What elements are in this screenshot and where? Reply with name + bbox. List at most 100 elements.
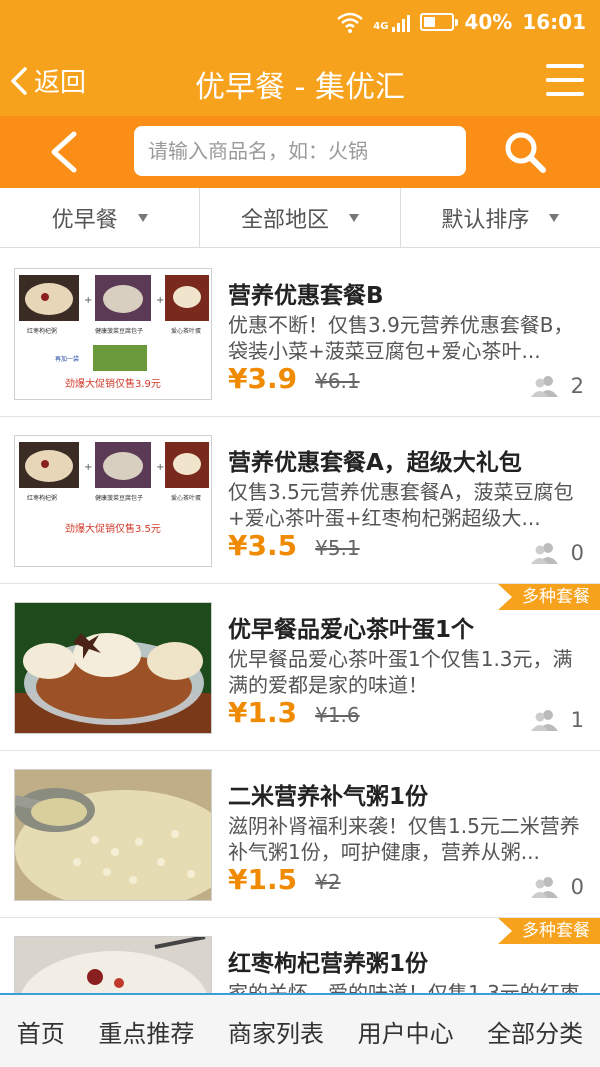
product-price: ¥1.3 xyxy=(228,696,298,729)
nav-featured[interactable]: 重点推荐 xyxy=(98,1014,194,1049)
title-bar: 返回 优早餐 - 集优汇 xyxy=(0,44,600,116)
svg-text:+: + xyxy=(84,462,92,473)
people-icon xyxy=(530,877,558,898)
product-item[interactable]: 二米营养补气粥1份 滋阴补肾福利来袭！仅售1.5元二米营养补气粥1份，呵护健康，… xyxy=(0,751,600,918)
people-icon xyxy=(530,710,558,731)
battery-icon xyxy=(420,13,459,31)
filter-bar: 优早餐 全部地区 默认排序 xyxy=(0,188,600,248)
wifi-icon xyxy=(337,12,364,33)
product-item[interactable]: + + 红枣枸杞粥 健康菠菜豆腐包子 爱心茶叶蛋 劲爆大促销仅售3.5元 营养优… xyxy=(0,417,600,584)
thumb-extra: 再加一袋 xyxy=(55,355,79,363)
product-item[interactable]: 多种套餐 红枣枸杞营养粥1份 家的关怀，爱的味道！仅售1.3元的红枣枸杞营养粥1… xyxy=(0,918,600,993)
caret-down-icon xyxy=(349,213,359,222)
svg-text:+: + xyxy=(156,295,164,306)
people-icon xyxy=(530,543,558,564)
chevron-left-icon[interactable] xyxy=(44,130,84,174)
bottom-nav: 首页 重点推荐 商家列表 用户中心 全部分类 xyxy=(0,993,600,1067)
price-row: ¥1.3 ¥1.6 xyxy=(228,696,360,729)
product-title: 优早餐品爱心茶叶蛋1个 xyxy=(228,617,475,643)
product-item[interactable]: 多种套餐 优早餐品爱心茶叶蛋1个 优早餐品爱心茶叶蛋1个仅售1.3元，满满的爱都… xyxy=(0,584,600,751)
clock: 16:01 xyxy=(522,10,586,34)
product-title: 营养优惠套餐A，超级大礼包 xyxy=(228,450,522,476)
caret-down-icon xyxy=(549,213,560,222)
combo-badge: 多种套餐 xyxy=(498,584,600,610)
nav-all-categories[interactable]: 全部分类 xyxy=(487,1014,583,1049)
search-icon[interactable] xyxy=(500,128,550,176)
sold-number: 1 xyxy=(570,708,584,732)
combo-image: + + 红枣枸杞粥 健康菠菜豆腐包子 爱心茶叶蛋 劲爆大促销仅售3.5元 xyxy=(15,436,211,566)
sold-number: 0 xyxy=(570,541,584,565)
nav-home[interactable]: 首页 xyxy=(17,1014,65,1049)
sold-count: 0 xyxy=(530,875,584,899)
product-thumbnail: + + 红枣枸杞粥 健康菠菜豆腐包子 爱心茶叶蛋 劲爆大促销仅售3.5元 xyxy=(14,435,212,567)
product-title: 二米营养补气粥1份 xyxy=(228,784,429,810)
price-row: ¥3.9 ¥6.1 xyxy=(228,362,360,395)
jujube-porridge-image xyxy=(15,937,211,993)
menu-button[interactable] xyxy=(546,64,584,96)
product-description: 滋阴补肾福利来袭！仅售1.5元二米营养补气粥1份，呵护健康，营养从粥... xyxy=(228,814,580,864)
sold-count: 2 xyxy=(530,374,584,398)
product-item[interactable]: + + 红枣枸杞粥 健康菠菜豆腐包子 爱心茶叶蛋 再加一袋 劲爆大促销仅售3.9… xyxy=(0,250,600,417)
status-bar: 4G 40% 16:01 xyxy=(0,0,600,44)
svg-text:+: + xyxy=(156,462,164,473)
caret-down-icon xyxy=(137,213,148,222)
thumb-label: 健康菠菜豆腐包子 xyxy=(95,494,143,502)
search-input[interactable] xyxy=(134,126,466,176)
filter-category[interactable]: 优早餐 xyxy=(0,188,201,247)
svg-text:+: + xyxy=(84,295,92,306)
sold-number: 2 xyxy=(570,374,584,398)
thumb-promo: 劲爆大促销仅售3.5元 xyxy=(65,522,161,535)
sold-count: 1 xyxy=(530,708,584,732)
sold-number: 0 xyxy=(570,875,584,899)
product-title: 红枣枸杞营养粥1份 xyxy=(228,951,429,977)
millet-porridge-image xyxy=(15,770,211,900)
combo-image: + + 红枣枸杞粥 健康菠菜豆腐包子 爱心茶叶蛋 再加一袋 劲爆大促销仅售3.9… xyxy=(15,269,211,399)
search-bar xyxy=(0,116,600,188)
product-description: 优惠不断！仅售3.9元营养优惠套餐B，袋装小菜+菠菜豆腐包+爱心茶叶... xyxy=(228,313,574,363)
filter-label: 优早餐 xyxy=(51,207,118,233)
product-list[interactable]: + + 红枣枸杞粥 健康菠菜豆腐包子 爱心茶叶蛋 再加一袋 劲爆大促销仅售3.9… xyxy=(0,250,600,993)
original-price: ¥6.1 xyxy=(315,369,360,393)
filter-sort[interactable]: 默认排序 xyxy=(401,188,600,247)
filter-label: 全部地区 xyxy=(240,207,329,233)
original-price: ¥5.1 xyxy=(315,536,360,560)
network-type: 4G xyxy=(373,21,389,32)
thumb-label: 健康菠菜豆腐包子 xyxy=(95,327,143,335)
product-description: 仅售3.5元营养优惠套餐A，菠菜豆腐包+爱心茶叶蛋+红枣枸杞粥超级大... xyxy=(228,480,574,530)
product-price: ¥1.5 xyxy=(228,863,298,896)
product-description: 家的关怀，爱的味道！仅售1.3元的红枣枸杞营养粥1份 xyxy=(228,981,580,993)
combo-badge: 多种套餐 xyxy=(498,918,600,944)
tea-egg-image xyxy=(15,603,211,733)
people-icon xyxy=(530,376,558,397)
product-thumbnail xyxy=(14,602,212,734)
price-row: ¥3.5 ¥5.1 xyxy=(228,529,360,562)
thumb-label: 红枣枸杞粥 xyxy=(27,494,57,502)
product-price: ¥3.9 xyxy=(228,362,298,395)
thumb-promo: 劲爆大促销仅售3.9元 xyxy=(65,377,161,390)
price-row: ¥1.5 ¥2 xyxy=(228,863,341,896)
product-price: ¥3.5 xyxy=(228,529,298,562)
product-thumbnail xyxy=(14,769,212,901)
nav-merchants[interactable]: 商家列表 xyxy=(228,1014,324,1049)
menu-line xyxy=(546,64,584,68)
menu-line xyxy=(546,92,584,96)
sold-count: 0 xyxy=(530,541,584,565)
back-button[interactable]: 返回 xyxy=(8,62,86,99)
thumb-label: 爱心茶叶蛋 xyxy=(171,327,201,335)
thumb-label: 爱心茶叶蛋 xyxy=(171,494,201,502)
product-description: 优早餐品爱心茶叶蛋1个仅售1.3元，满满的爱都是家的味道！ xyxy=(228,647,573,697)
back-label: 返回 xyxy=(34,68,87,98)
signal-icon: 4G xyxy=(373,12,411,32)
thumb-label: 红枣枸杞粥 xyxy=(27,327,57,335)
product-thumbnail: + + 红枣枸杞粥 健康菠菜豆腐包子 爱心茶叶蛋 再加一袋 劲爆大促销仅售3.9… xyxy=(14,268,212,400)
battery-percent: 40% xyxy=(464,10,513,34)
original-price: ¥2 xyxy=(315,870,341,894)
nav-user-center[interactable]: 用户中心 xyxy=(358,1014,454,1049)
original-price: ¥1.6 xyxy=(315,703,360,727)
filter-label: 默认排序 xyxy=(441,207,530,233)
product-title: 营养优惠套餐B xyxy=(228,283,384,309)
filter-region[interactable]: 全部地区 xyxy=(200,188,401,247)
page-title: 优早餐 - 集优汇 xyxy=(195,70,405,105)
product-thumbnail xyxy=(14,936,212,993)
chevron-left-icon xyxy=(11,66,27,95)
